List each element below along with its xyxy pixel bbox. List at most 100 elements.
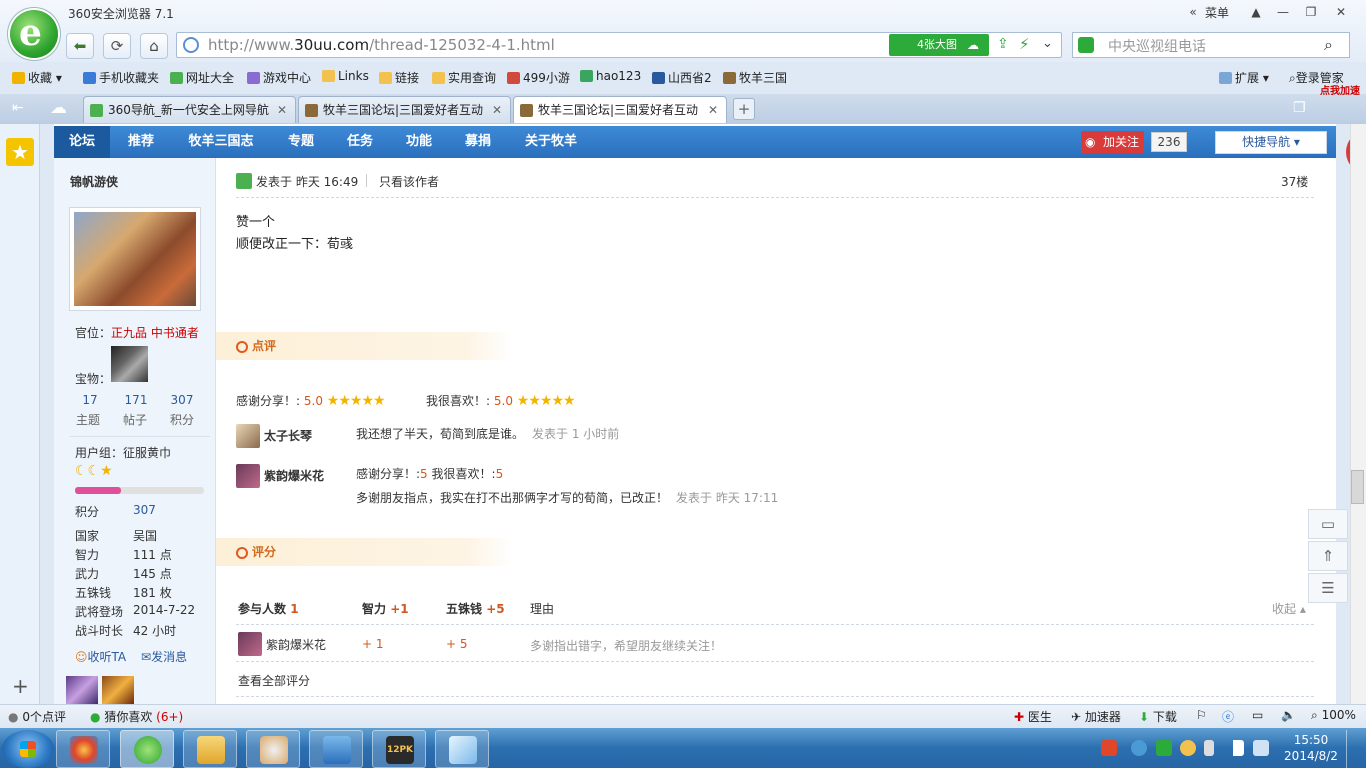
forum-nav-item[interactable]: 论坛 [54, 126, 110, 158]
comment-user[interactable]: 紫韵爆米花 [264, 467, 324, 484]
back-button[interactable]: ⬅ [66, 33, 94, 59]
message-button[interactable]: ✉发消息 [141, 648, 187, 665]
taskbar-app[interactable]: 12PK [372, 730, 426, 768]
zoom-control[interactable]: ⌕ 100% [1311, 708, 1356, 723]
forum-nav-item[interactable]: 关于牧羊 [508, 126, 594, 158]
close-icon[interactable]: ✕ [277, 97, 287, 123]
list-icon[interactable]: ☰ [1308, 573, 1348, 603]
taskbar-clock[interactable]: 15:50 2014/8/2 [1283, 732, 1339, 764]
forum-nav-item[interactable]: 牧羊三国志 [172, 126, 270, 158]
home-button[interactable]: ⌂ [140, 33, 168, 59]
bookmark-item[interactable]: 网址大全 [170, 69, 234, 86]
add-icon[interactable]: + [12, 674, 29, 698]
view-all-scores-link[interactable]: 查看全部评分 [238, 672, 310, 689]
bookmark-item[interactable]: hao123 [580, 69, 641, 83]
minimize-button[interactable]: — [1270, 2, 1296, 22]
show-desktop-button[interactable] [1346, 730, 1364, 768]
extensions-button[interactable]: 扩展 ▾ [1219, 69, 1269, 86]
comments-count-button[interactable]: ● 0个点评 [8, 708, 66, 725]
treasure-item-icon[interactable] [111, 346, 148, 382]
medal-icon[interactable] [102, 676, 134, 704]
tab-360-nav[interactable]: 360导航_新一代安全上网导航 ✕ [83, 96, 296, 123]
detail-value[interactable]: 307 [133, 503, 156, 517]
page-scrollbar[interactable] [1350, 124, 1366, 704]
search-engine-icon[interactable] [1078, 37, 1094, 53]
refresh-button[interactable]: ⟳ [103, 33, 131, 59]
menu-button[interactable]: 菜单 [1205, 4, 1229, 21]
bookmark-item[interactable]: 山西省2 [652, 69, 712, 86]
tray-plus-icon[interactable] [1180, 740, 1196, 756]
volume-icon[interactable] [1253, 740, 1269, 756]
bookmark-item[interactable]: 游戏中心 [247, 69, 311, 86]
tab-forum-active[interactable]: 牧羊三国论坛|三国爱好者互动 ✕ [513, 96, 727, 123]
avatar[interactable] [238, 632, 262, 656]
taskbar-app-browser[interactable] [120, 730, 174, 768]
avatar[interactable] [236, 464, 260, 488]
scrollbar-thumb[interactable] [1351, 470, 1364, 504]
chevron-down-icon[interactable]: ⌄ [1042, 36, 1053, 51]
bookmark-item[interactable]: 实用查询 [432, 69, 496, 86]
forum-nav-item[interactable]: 募捐 [450, 126, 506, 158]
bookmark-item[interactable]: 499小游 [507, 69, 570, 86]
author-only-link[interactable]: 只看该作者 [379, 173, 439, 190]
360-browser-logo-icon[interactable]: e [10, 10, 58, 58]
tray-network-icon[interactable] [1131, 740, 1147, 756]
username[interactable]: 锦帆游侠 [70, 173, 118, 190]
bookmark-item[interactable]: 链接 [379, 69, 419, 86]
favorites-star-icon[interactable]: ★ [6, 138, 34, 166]
medal-icon[interactable] [66, 676, 98, 704]
taskbar-app[interactable] [56, 730, 110, 768]
collapse-button[interactable]: 收起 ▴ [1272, 600, 1306, 617]
signal-icon[interactable] [1228, 740, 1244, 756]
stat-posts-value[interactable]: 171 [124, 393, 148, 407]
stat-threads-value[interactable]: 17 [80, 393, 100, 407]
share-icon[interactable]: ⇪ [997, 36, 1009, 52]
battery-icon[interactable] [1204, 740, 1214, 756]
stat-points-value[interactable]: 307 [170, 393, 194, 407]
taskbar-app[interactable] [246, 730, 300, 768]
tab-list-icon[interactable]: ❐ [1293, 100, 1306, 116]
flag-icon[interactable]: ⚐ [1196, 708, 1207, 722]
avatar[interactable] [236, 424, 260, 448]
taskbar-app[interactable] [435, 730, 489, 768]
taskbar-app[interactable] [183, 730, 237, 768]
ie-icon[interactable]: ⓔ [1222, 708, 1234, 725]
bookmark-item[interactable]: 收藏 ▾ [12, 69, 62, 86]
bookmark-item[interactable]: 手机收藏夹 [83, 69, 159, 86]
chevron-double-left-icon[interactable]: « [1180, 2, 1206, 22]
score-user[interactable]: 紫韵爆米花 [266, 636, 326, 653]
back-to-top-icon[interactable]: ⇑ [1308, 541, 1348, 571]
screen-icon[interactable]: ▭ [1252, 708, 1263, 722]
site-security-icon[interactable] [183, 37, 199, 53]
doctor-button[interactable]: ✚ 医生 [1014, 708, 1052, 725]
quick-nav-button[interactable]: 快捷导航 ▾ [1215, 131, 1327, 154]
forum-nav-item[interactable]: 推荐 [112, 126, 170, 158]
sidebar-toggle-icon[interactable]: ⇤ [12, 100, 24, 116]
accelerator-button[interactable]: ✈ 加速器 [1071, 708, 1121, 725]
post-floor[interactable]: 37楼 [1281, 173, 1308, 190]
cloud-icon[interactable]: ☁ [967, 38, 979, 52]
skin-icon[interactable]: ▲ [1243, 2, 1269, 22]
bookmark-item[interactable]: 牧羊三国 [723, 69, 787, 86]
guess-you-like-button[interactable]: ● 猜你喜欢 (6+) [90, 708, 183, 725]
listen-button[interactable]: ☺收听TA [75, 648, 126, 665]
accelerate-label[interactable]: 点我加速 [1320, 82, 1366, 97]
download-button[interactable]: ⬇ 下载 [1139, 708, 1177, 725]
taskbar-app[interactable] [309, 730, 363, 768]
search-input[interactable]: 中央巡视组电话 [1108, 36, 1206, 56]
new-tab-button[interactable]: + [733, 98, 755, 120]
close-icon[interactable]: ✕ [492, 97, 502, 123]
forum-nav-item[interactable]: 专题 [272, 126, 330, 158]
address-url[interactable]: http://www.30uu.com/thread-125032-4-1.ht… [208, 36, 555, 54]
tray-app-icon[interactable] [1101, 740, 1117, 756]
forum-nav-item[interactable]: 功能 [390, 126, 448, 158]
cloud-icon[interactable]: ☁ [50, 98, 67, 118]
speaker-icon[interactable]: 🔈 [1281, 708, 1296, 722]
search-icon[interactable]: ⌕ [1324, 35, 1333, 55]
comment-bubble-icon[interactable]: ▭ [1308, 509, 1348, 539]
comment-user[interactable]: 太子长琴 [264, 427, 312, 444]
avatar[interactable] [70, 208, 200, 310]
bookmark-item[interactable]: Links [322, 69, 369, 83]
lightning-icon[interactable]: ⚡ [1019, 35, 1030, 53]
close-button[interactable]: ✕ [1328, 2, 1354, 22]
